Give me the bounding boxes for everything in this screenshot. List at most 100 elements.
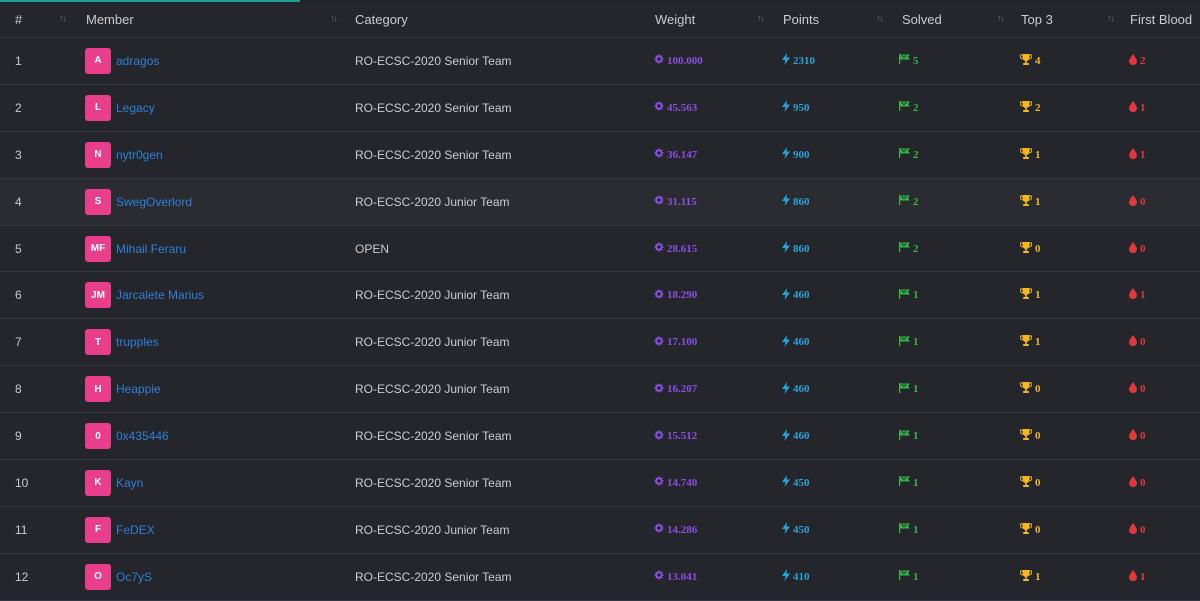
avatar: L bbox=[85, 94, 111, 121]
points-cell: 450 bbox=[775, 506, 894, 553]
weight-value: 17.100 bbox=[667, 336, 698, 349]
solved-cell: 1 bbox=[894, 460, 1015, 507]
top3-value: 1 bbox=[1035, 289, 1041, 302]
avatar: H bbox=[85, 376, 111, 403]
header-top3[interactable]: Top 3 ↑↓ bbox=[1015, 2, 1124, 38]
category-cell: RO-ECSC-2020 Junior Team bbox=[355, 382, 510, 397]
lightning-bolt-icon bbox=[782, 194, 793, 209]
sort-icon[interactable]: ↑↓ bbox=[59, 13, 67, 23]
table-row: 2 L Legacy RO-ECSC-2020 Senior Team 45.5… bbox=[0, 84, 1200, 132]
trophy-icon bbox=[1019, 429, 1035, 443]
header-rank[interactable]: # ↑↓ bbox=[0, 2, 78, 38]
top3-cell: 0 bbox=[1015, 413, 1124, 460]
member-link[interactable]: trupples bbox=[116, 335, 159, 349]
points-value: 950 bbox=[793, 101, 810, 114]
points-cell: 860 bbox=[775, 178, 894, 225]
top3-cell: 1 bbox=[1015, 319, 1124, 366]
weight-cell: 31.115 bbox=[647, 178, 775, 225]
rank-cell: 6 bbox=[15, 288, 22, 303]
table-row: 1 A adragos RO-ECSC-2020 Senior Team 100… bbox=[0, 38, 1200, 85]
table-row: 4 S SwegOverlord RO-ECSC-2020 Junior Tea… bbox=[0, 178, 1200, 226]
header-member[interactable]: Member ↑↓ bbox=[78, 2, 348, 38]
category-cell: OPEN bbox=[355, 241, 390, 256]
member-link[interactable]: Legacy bbox=[116, 101, 155, 115]
header-first-blood[interactable]: First Blood bbox=[1124, 2, 1200, 38]
header-solved[interactable]: Solved ↑↓ bbox=[894, 2, 1015, 38]
flag-checkered-icon bbox=[899, 570, 913, 583]
solved-cell: 2 bbox=[894, 178, 1015, 225]
points-value: 450 bbox=[793, 523, 810, 536]
member-link[interactable]: SwegOverlord bbox=[116, 195, 192, 209]
weight-cell: 13.041 bbox=[647, 553, 775, 600]
header-weight[interactable]: Weight ↑↓ bbox=[647, 2, 775, 38]
points-cell: 460 bbox=[775, 272, 894, 319]
points-value: 460 bbox=[793, 289, 810, 302]
weight-value: 28.615 bbox=[667, 242, 698, 255]
weight-cell: 14.286 bbox=[647, 506, 775, 553]
weight-value: 16.207 bbox=[667, 383, 698, 396]
table-row: 8 H Heappie RO-ECSC-2020 Junior Team 16.… bbox=[0, 366, 1200, 413]
member-link[interactable]: nytr0gen bbox=[116, 148, 163, 162]
sort-icon[interactable]: ↑↓ bbox=[997, 13, 1005, 23]
member-link[interactable]: 0x435446 bbox=[116, 429, 169, 443]
first-blood-cell: 0 bbox=[1124, 366, 1200, 413]
first-blood-cell: 1 bbox=[1124, 84, 1200, 131]
avatar: JM bbox=[85, 282, 111, 309]
points-cell: 460 bbox=[775, 366, 894, 413]
solved-value: 1 bbox=[913, 383, 919, 396]
member-link[interactable]: Mihail Feraru bbox=[116, 242, 186, 256]
points-value: 450 bbox=[793, 476, 810, 489]
member-cell: F FeDEX bbox=[78, 506, 348, 553]
rank-cell: 2 bbox=[15, 100, 22, 115]
flag-checkered-icon bbox=[899, 429, 913, 443]
sort-icon[interactable]: ↑↓ bbox=[757, 13, 765, 23]
member-cell: A adragos bbox=[78, 38, 348, 85]
weight-icon bbox=[654, 101, 667, 114]
member-link[interactable]: adragos bbox=[116, 54, 159, 68]
solved-cell: 1 bbox=[894, 319, 1015, 366]
points-cell: 900 bbox=[775, 131, 894, 178]
avatar: K bbox=[85, 469, 111, 496]
lightning-bolt-icon bbox=[782, 100, 793, 115]
table-row: 12 O Oc7yS RO-ECSC-2020 Senior Team 13.0… bbox=[0, 553, 1200, 601]
trophy-icon bbox=[1019, 147, 1035, 162]
leaderboard-table: # ↑↓ Member ↑↓ Category Weight ↑↓ Points ↑↓ … bbox=[0, 2, 1200, 601]
sort-icon[interactable]: ↑↓ bbox=[330, 13, 338, 23]
member-link[interactable]: FeDEX bbox=[116, 523, 155, 537]
member-cell: JM Jarcalete Marius bbox=[78, 272, 348, 319]
avatar: S bbox=[85, 188, 111, 215]
sort-icon[interactable]: ↑↓ bbox=[1107, 13, 1115, 23]
rank-cell: 5 bbox=[15, 241, 22, 256]
lightning-bolt-icon bbox=[782, 475, 793, 490]
weight-value: 36.147 bbox=[667, 148, 698, 161]
weight-value: 14.286 bbox=[667, 523, 698, 536]
blood-drop-icon bbox=[1129, 382, 1140, 396]
header-solved-label: Solved bbox=[902, 12, 942, 27]
rank-cell: 1 bbox=[15, 53, 22, 68]
first-blood-cell: 0 bbox=[1124, 319, 1200, 366]
top3-value: 1 bbox=[1035, 148, 1041, 161]
weight-cell: 17.100 bbox=[647, 319, 775, 366]
weight-cell: 100.000 bbox=[647, 38, 775, 85]
header-points[interactable]: Points ↑↓ bbox=[775, 2, 894, 38]
points-value: 860 bbox=[793, 195, 810, 208]
first-blood-value: 0 bbox=[1140, 242, 1146, 255]
flag-checkered-icon bbox=[899, 101, 913, 114]
member-link[interactable]: Kayn bbox=[116, 476, 143, 490]
category-cell: RO-ECSC-2020 Senior Team bbox=[355, 429, 512, 444]
member-cell: N nytr0gen bbox=[78, 131, 348, 178]
blood-drop-icon bbox=[1129, 522, 1140, 537]
header-top3-label: Top 3 bbox=[1021, 12, 1053, 27]
member-link[interactable]: Heappie bbox=[116, 382, 161, 396]
table-row: 5 MF Mihail Feraru OPEN 28.615 860 2 0 0 bbox=[0, 225, 1200, 272]
weight-icon bbox=[654, 148, 667, 161]
points-value: 460 bbox=[793, 383, 810, 396]
solved-cell: 1 bbox=[894, 413, 1015, 460]
top3-cell: 2 bbox=[1015, 84, 1124, 131]
member-link[interactable]: Jarcalete Marius bbox=[116, 288, 204, 302]
sort-icon[interactable]: ↑↓ bbox=[876, 13, 884, 23]
member-link[interactable]: Oc7yS bbox=[116, 570, 152, 584]
header-category[interactable]: Category bbox=[348, 2, 647, 38]
avatar: F bbox=[85, 516, 111, 543]
solved-value: 2 bbox=[913, 242, 919, 255]
